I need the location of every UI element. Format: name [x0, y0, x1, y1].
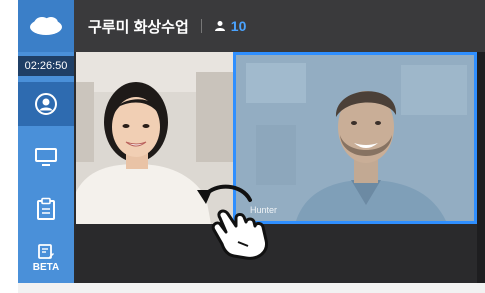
page-margin: [0, 0, 18, 293]
participant-count: 10: [230, 18, 247, 34]
sidebar-item-clipboard[interactable]: [18, 187, 74, 231]
sidebar: 02:26:50 BETA: [18, 0, 74, 283]
sidebar-item-screen[interactable]: [18, 135, 74, 179]
header-bar: 구루미 화상수업 10: [74, 0, 485, 52]
note-edit-icon: [38, 244, 54, 259]
beta-label: BETA: [32, 262, 60, 273]
clipboard-icon: [37, 197, 55, 220]
cloud-logo-icon: [30, 17, 62, 35]
scrollbar[interactable]: [477, 52, 485, 283]
sidebar-item-profile[interactable]: [18, 82, 74, 126]
swap-hand-icon: [197, 184, 268, 260]
session-timer: 02:26:50: [18, 56, 74, 76]
sidebar-item-beta[interactable]: BETA: [18, 236, 74, 280]
drag-gesture-overlay: [192, 178, 282, 260]
header-divider: [200, 19, 202, 33]
monitor-icon: [35, 148, 57, 166]
app-logo[interactable]: [18, 0, 74, 52]
page-bottom-margin: [18, 283, 485, 293]
user-circle-icon: [35, 93, 57, 115]
class-title: 구루미 화상수업: [88, 18, 189, 36]
participants-icon: [214, 21, 225, 31]
